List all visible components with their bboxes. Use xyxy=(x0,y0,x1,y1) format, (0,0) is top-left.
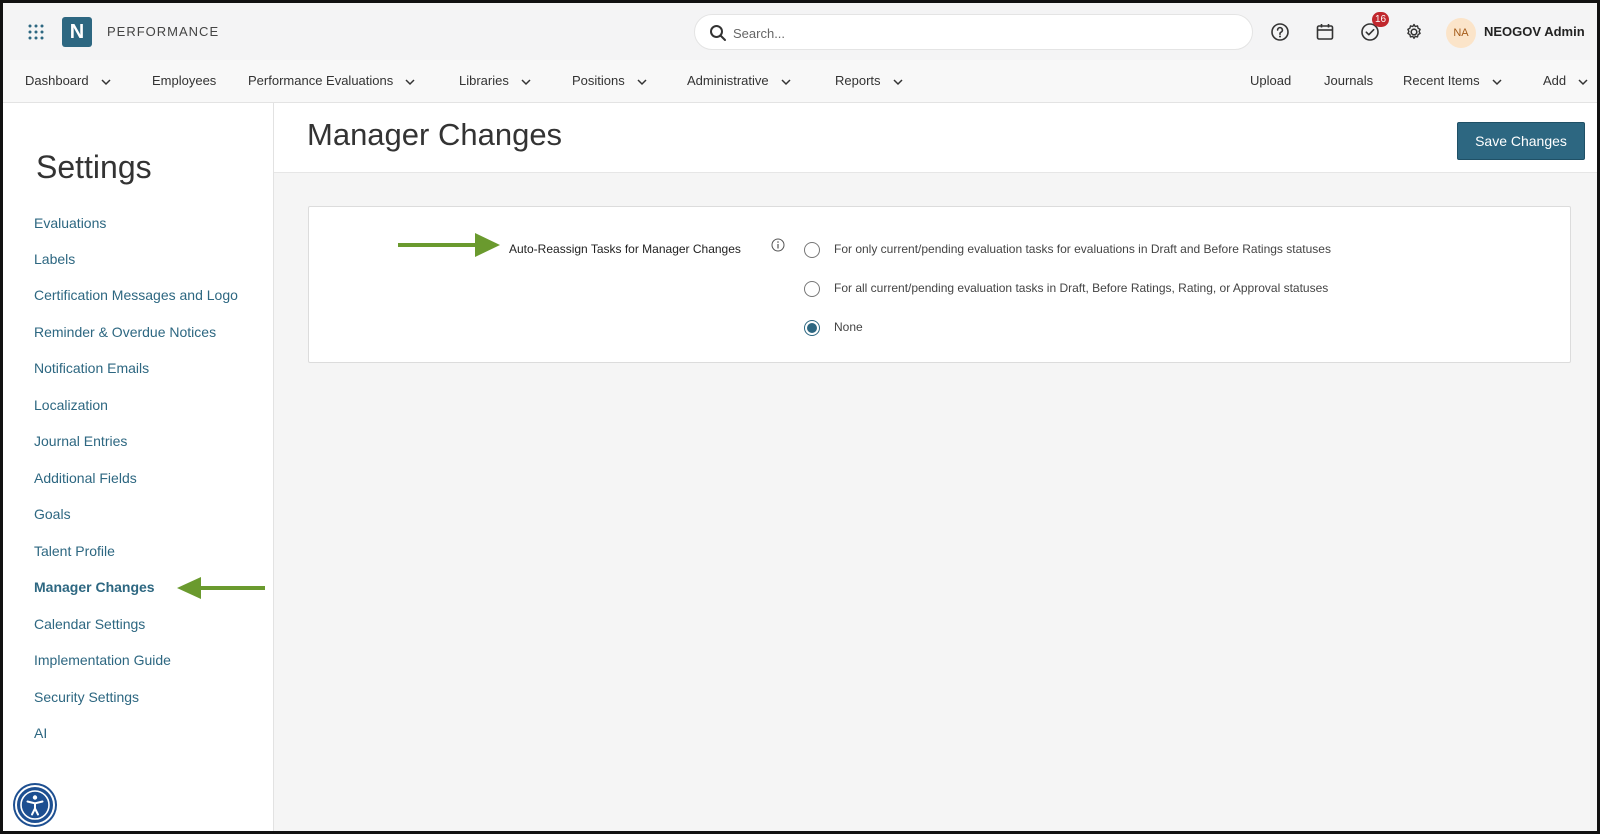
annotation-arrow-right xyxy=(398,233,500,257)
app-grid-icon[interactable] xyxy=(28,24,44,40)
top-bar: N PERFORMANCE 16 NA xyxy=(3,3,1597,60)
sidebar-item-implementation-guide[interactable]: Implementation Guide xyxy=(34,652,171,668)
nav-reports[interactable]: Reports xyxy=(835,73,903,88)
tasks-count-badge: 16 xyxy=(1372,12,1389,27)
nav-label: Libraries xyxy=(459,73,509,88)
nav-label: Dashboard xyxy=(25,73,89,88)
user-name[interactable]: NEOGOV Admin xyxy=(1484,24,1585,39)
settings-card: Auto-Reassign Tasks for Manager Changes … xyxy=(308,206,1571,363)
option-none[interactable]: None xyxy=(804,319,924,339)
nav-positions[interactable]: Positions xyxy=(572,73,647,88)
sidebar-title: Settings xyxy=(36,149,152,185)
sidebar-item-manager-changes[interactable]: Manager Changes xyxy=(34,579,155,595)
app-window: N PERFORMANCE 16 NA xyxy=(0,0,1600,834)
search-icon xyxy=(710,25,726,41)
field-label: Auto-Reassign Tasks for Manager Changes xyxy=(509,242,741,256)
user-avatar[interactable]: NA xyxy=(1446,18,1476,48)
nav-add[interactable]: Add xyxy=(1543,73,1588,88)
settings-sidebar: Settings Evaluations Labels Certificatio… xyxy=(3,103,274,831)
nav-journals[interactable]: Journals xyxy=(1324,73,1373,88)
nav-label: Reports xyxy=(835,73,881,88)
accessibility-icon xyxy=(20,790,50,820)
radio-button[interactable] xyxy=(804,281,820,297)
option-all-statuses[interactable]: For all current/pending evaluation tasks… xyxy=(804,280,1364,300)
info-icon[interactable] xyxy=(771,238,785,252)
main-content: Manager Changes Save Changes Auto-Reassi… xyxy=(274,103,1597,831)
chevron-down-icon xyxy=(1578,79,1588,85)
nav-libraries[interactable]: Libraries xyxy=(459,73,531,88)
app-name: PERFORMANCE xyxy=(107,24,220,39)
sidebar-item-labels[interactable]: Labels xyxy=(34,251,75,267)
sidebar-item-notification-emails[interactable]: Notification Emails xyxy=(34,360,149,376)
sidebar-item-ai[interactable]: AI xyxy=(34,725,47,741)
nav-label: Recent Items xyxy=(1403,73,1480,88)
sidebar-item-evaluations[interactable]: Evaluations xyxy=(34,215,106,231)
nav-label: Upload xyxy=(1250,73,1292,88)
radio-button-selected[interactable] xyxy=(804,320,820,336)
app-logo[interactable]: N xyxy=(62,17,92,47)
page-header: Manager Changes Save Changes xyxy=(274,103,1597,173)
sidebar-item-goals[interactable]: Goals xyxy=(34,506,71,522)
sidebar-item-additional-fields[interactable]: Additional Fields xyxy=(34,470,137,486)
help-icon[interactable] xyxy=(1269,21,1291,43)
search-bar xyxy=(694,14,1253,50)
nav-label: Performance Evaluations xyxy=(248,73,394,88)
chevron-down-icon xyxy=(521,79,531,85)
sidebar-item-security-settings[interactable]: Security Settings xyxy=(34,689,139,705)
gear-icon[interactable] xyxy=(1403,21,1425,43)
sidebar-item-calendar-settings[interactable]: Calendar Settings xyxy=(34,616,145,632)
chevron-down-icon xyxy=(101,79,111,85)
nav-upload[interactable]: Upload xyxy=(1250,73,1291,88)
nav-label: Administrative xyxy=(687,73,769,88)
nav-label: Employees xyxy=(152,73,217,88)
nav-label: Journals xyxy=(1324,73,1374,88)
option-label: For all current/pending evaluation tasks… xyxy=(834,281,1329,295)
annotation-arrow-left xyxy=(177,577,265,599)
chevron-down-icon xyxy=(637,79,647,85)
sidebar-item-talent-profile[interactable]: Talent Profile xyxy=(34,543,115,559)
option-label: None xyxy=(834,320,863,334)
nav-employees[interactable]: Employees xyxy=(152,73,216,88)
option-draft-before-ratings[interactable]: For only current/pending evaluation task… xyxy=(804,241,1364,261)
radio-button[interactable] xyxy=(804,242,820,258)
chevron-down-icon xyxy=(405,79,415,85)
nav-label: Positions xyxy=(572,73,625,88)
calendar-icon[interactable] xyxy=(1314,21,1336,43)
nav-label: Add xyxy=(1543,73,1567,88)
save-changes-button[interactable]: Save Changes xyxy=(1457,122,1585,160)
page-title: Manager Changes xyxy=(307,117,563,152)
sidebar-item-reminder-notices[interactable]: Reminder & Overdue Notices xyxy=(34,324,216,340)
search-input[interactable] xyxy=(733,22,1233,44)
chevron-down-icon xyxy=(781,79,791,85)
main-nav: Dashboard Employees Performance Evaluati… xyxy=(3,60,1597,103)
sidebar-item-localization[interactable]: Localization xyxy=(34,397,108,413)
nav-performance-evaluations[interactable]: Performance Evaluations xyxy=(248,73,415,88)
chevron-down-icon xyxy=(1492,79,1502,85)
nav-dashboard[interactable]: Dashboard xyxy=(25,73,111,88)
nav-administrative[interactable]: Administrative xyxy=(687,73,791,88)
sidebar-item-certification-messages[interactable]: Certification Messages and Logo xyxy=(34,287,238,303)
nav-recent-items[interactable]: Recent Items xyxy=(1403,73,1502,88)
chevron-down-icon xyxy=(893,79,903,85)
accessibility-button[interactable] xyxy=(15,785,55,825)
option-label: For only current/pending evaluation task… xyxy=(834,242,1331,256)
sidebar-item-journal-entries[interactable]: Journal Entries xyxy=(34,433,127,449)
